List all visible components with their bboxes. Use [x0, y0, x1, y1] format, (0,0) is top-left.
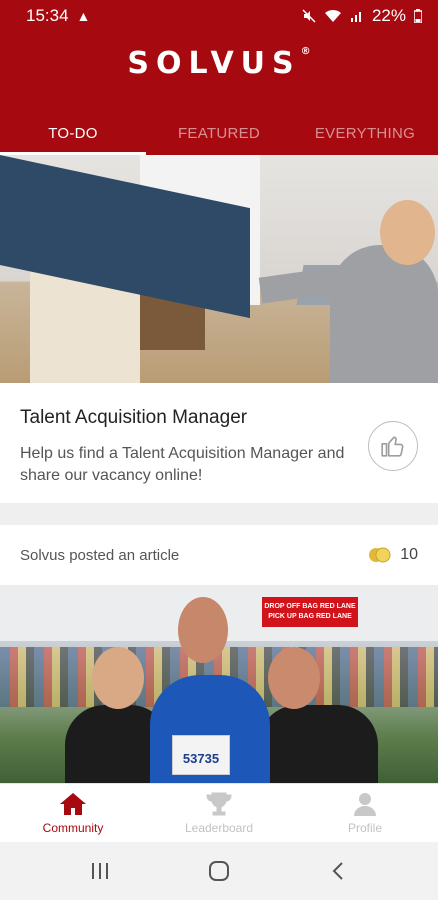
thumbs-up-icon: [381, 436, 404, 457]
nav-label-leaderboard: Leaderboard: [184, 821, 254, 835]
nav-label-community: Community: [42, 821, 104, 835]
coins-icon: [369, 547, 391, 563]
logo-mark: ®: [300, 46, 311, 57]
nav-profile[interactable]: Profile: [292, 784, 438, 842]
back-icon: [332, 862, 344, 880]
photo-banner: DROP OFF BAG RED LANE PICK UP BAG RED LA…: [262, 597, 358, 627]
article-meta: Solvus posted an article 10: [0, 525, 438, 585]
photo-woman-right-head: [380, 200, 435, 265]
recent-apps-button[interactable]: [70, 851, 130, 891]
coin-reward: 10: [368, 546, 418, 564]
runner-left-head: [92, 647, 144, 709]
status-time: 15:34: [26, 6, 69, 25]
system-navigation-bar: [0, 842, 438, 900]
tab-todo[interactable]: TO-DO: [0, 112, 146, 155]
solvus-logo: SOLVUS®: [0, 46, 438, 81]
profile-icon: [354, 793, 376, 816]
warning-icon: ▲: [76, 8, 91, 24]
runner-right-head: [268, 647, 320, 709]
back-button[interactable]: [308, 851, 368, 891]
wifi-icon: [324, 9, 341, 22]
nav-leaderboard[interactable]: Leaderboard: [146, 784, 292, 842]
tab-everything[interactable]: EVERYTHING: [292, 112, 438, 155]
app-header: 15:34 ▲ 22% SOLVUS® TO-DO FEATURED EVERY…: [0, 0, 438, 155]
card-description: Help us find a Talent Acquisition Manage…: [20, 445, 345, 484]
battery-icon: [414, 9, 422, 23]
tab-featured[interactable]: FEATURED: [146, 112, 292, 155]
runner-right: [258, 705, 378, 785]
home-circle-icon: [208, 861, 229, 881]
battery-text: 22%: [371, 6, 406, 25]
card-title: Talent Acquisition Manager: [20, 407, 248, 428]
like-button[interactable]: [368, 421, 418, 471]
recent-apps-icon: [91, 863, 108, 879]
mute-icon: [302, 9, 316, 23]
todo-card[interactable]: Talent Acquisition Manager Help us find …: [0, 155, 438, 503]
article-author-text: Solvus posted an article: [20, 546, 180, 564]
signal-icon: [350, 12, 361, 22]
article-card[interactable]: Solvus posted an article 10 DROP OFF BAG…: [0, 525, 438, 785]
home-button[interactable]: [189, 851, 249, 891]
status-bar: 15:34 ▲ 22%: [0, 0, 438, 32]
trophy-icon: [206, 792, 232, 816]
runner-center-head: [178, 597, 228, 663]
nav-label-profile: Profile: [347, 821, 382, 835]
feed-tabs: TO-DO FEATURED EVERYTHING: [0, 112, 438, 155]
logo-text: SOLVUS: [127, 46, 301, 81]
home-icon: [60, 793, 86, 815]
nav-community[interactable]: Community: [0, 784, 146, 842]
handshake-photo: [0, 155, 438, 383]
bottom-navigation: Community Leaderboard Profile: [0, 783, 438, 842]
race-bib: 53735: [172, 735, 230, 775]
coin-count: 10: [400, 546, 418, 563]
marathon-photo: DROP OFF BAG RED LANE PICK UP BAG RED LA…: [0, 585, 438, 785]
